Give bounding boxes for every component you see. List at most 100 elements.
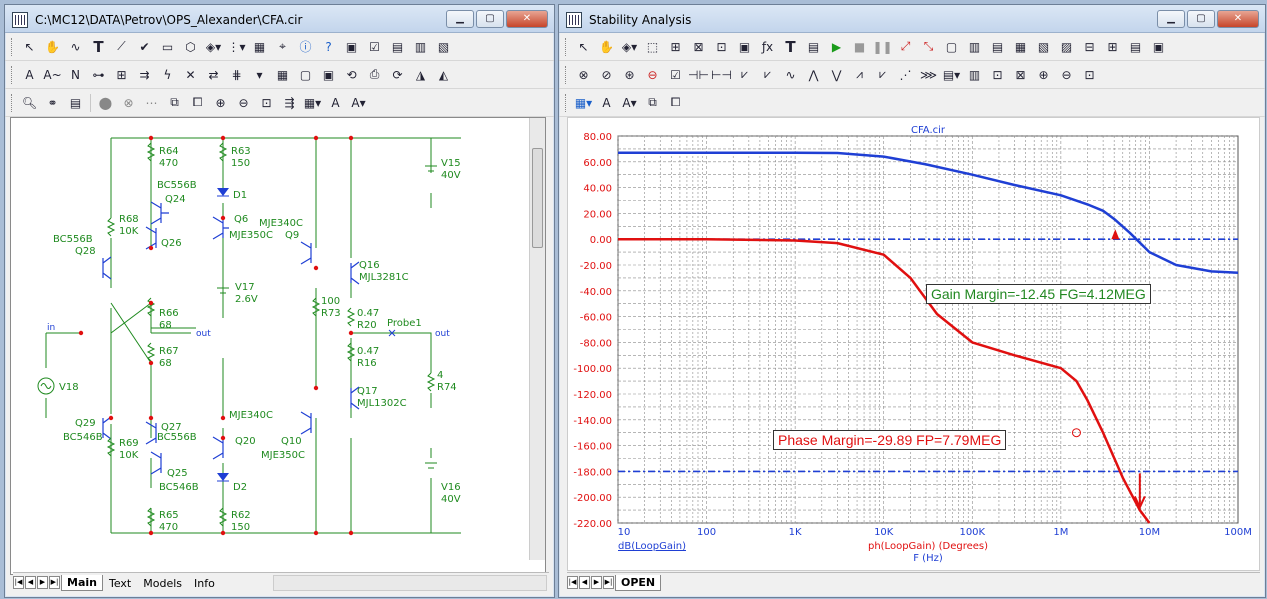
valley-icon[interactable]: ⊢⊣ — [711, 65, 732, 85]
vertical-tag-icon[interactable]: ⊡ — [987, 65, 1008, 85]
nav-last-icon[interactable]: ▶| — [49, 576, 60, 589]
page-icon[interactable]: ▨ — [1056, 37, 1077, 57]
stop-icon[interactable]: ⬤ — [95, 93, 116, 113]
font-color-icon[interactable]: A▾ — [348, 93, 369, 113]
find-icon[interactable]: 🔍︎ — [19, 93, 40, 113]
high-icon[interactable]: ⩗ — [734, 65, 755, 85]
horizontal-tag-icon[interactable]: ▥ — [964, 65, 985, 85]
top-icon[interactable]: ⩘ — [849, 65, 870, 85]
border-icon[interactable]: ▢ — [295, 65, 316, 85]
title-block-icon[interactable]: ▦ — [272, 65, 293, 85]
zoom-fit-icon[interactable]: ⊡ — [1079, 65, 1100, 85]
tab-open[interactable]: OPEN — [615, 574, 662, 591]
zoom-in-icon[interactable]: ⊕ — [1033, 65, 1054, 85]
state-variables-icon[interactable]: ▦ — [1010, 37, 1031, 57]
nav-next-icon[interactable]: ▶ — [591, 576, 602, 589]
select-arrow-icon[interactable]: ↖ — [573, 37, 594, 57]
point-tag-icon[interactable]: ▤▾ — [941, 65, 962, 85]
fit-all-icon[interactable]: ⊠ — [1010, 65, 1031, 85]
trace-remove-icon[interactable]: ⤡ — [918, 37, 939, 57]
page-icon[interactable]: ▧ — [433, 37, 454, 57]
tree-icon[interactable]: ⋮▾ — [226, 37, 247, 57]
export-icon[interactable]: ▣ — [1148, 37, 1169, 57]
scale-dropdown-icon[interactable]: ◈▾ — [619, 37, 640, 57]
properties-icon[interactable]: ▤ — [803, 37, 824, 57]
component-icon[interactable]: ▭ — [157, 37, 178, 57]
flip-icon[interactable]: ⟲ — [341, 65, 362, 85]
zoom-q-icon[interactable]: ⊛ — [619, 65, 640, 85]
pause-icon[interactable]: ❚❚ — [872, 37, 893, 57]
tab-main[interactable]: Main — [61, 574, 103, 591]
schematic-titlebar[interactable]: C:\MC12\DATA\Petrov\OPS_Alexander\CFA.ci… — [5, 5, 554, 33]
netlist-icon[interactable]: ▤ — [65, 93, 86, 113]
nav-last-icon[interactable]: ▶| — [603, 576, 614, 589]
bottom-icon[interactable]: ⩗ — [872, 65, 893, 85]
analysis-limits-icon[interactable]: ▤ — [987, 37, 1008, 57]
line-tool-icon[interactable]: ⟋ — [111, 37, 132, 57]
help-icon[interactable]: ? — [318, 37, 339, 57]
paste-icon[interactable]: ⧠ — [665, 93, 686, 113]
plot-area[interactable]: 80.00 60.00 40.00 20.00 0.00 -20.00 -40.00 -60.… — [567, 117, 1260, 571]
layout-grid-icon[interactable]: ▦▾ — [302, 93, 323, 113]
grid-text-icon[interactable]: ⊞ — [111, 65, 132, 85]
node-numbers-icon[interactable]: N — [65, 65, 86, 85]
nav-first-icon[interactable]: |◀ — [567, 576, 578, 589]
plot-settings-icon[interactable]: ▤ — [1125, 37, 1146, 57]
zoom-out-icon[interactable]: ⊖ — [233, 93, 254, 113]
font-icon[interactable]: A — [325, 93, 346, 113]
cross-icon[interactable]: ✕ — [180, 65, 201, 85]
zoom-in-icon[interactable]: ⊕ — [210, 93, 231, 113]
zoom-x-icon[interactable]: ⊗ — [573, 65, 594, 85]
slope-icon[interactable]: ⋰ — [895, 65, 916, 85]
trace-add-icon[interactable]: ⤢ — [895, 37, 916, 57]
nav-prev-icon[interactable]: ◀ — [579, 576, 590, 589]
nav-first-icon[interactable]: |◀ — [13, 576, 24, 589]
select-arrow-icon[interactable]: ↖ — [19, 37, 40, 57]
table-icon[interactable]: ▦ — [249, 37, 270, 57]
close-button[interactable]: ✕ — [1217, 10, 1259, 28]
stability-titlebar[interactable]: Stability Analysis ▁ ▢ ✕ — [559, 5, 1265, 33]
zoom-out-icon[interactable]: ⊖ — [1056, 65, 1077, 85]
run-icon[interactable]: ▶ — [826, 37, 847, 57]
inflection-icon[interactable]: ∿ — [780, 65, 801, 85]
dropdown-icon[interactable]: ▾ — [249, 65, 270, 85]
grid-edit-icon[interactable]: ▤ — [387, 37, 408, 57]
schematic-hscroll[interactable] — [273, 575, 547, 591]
attr-text-icon[interactable]: A — [19, 65, 40, 85]
text-tool-icon[interactable]: T — [88, 37, 109, 57]
minimize-button[interactable]: ▁ — [446, 10, 474, 28]
pin-connections-icon[interactable]: ⊶ — [88, 65, 109, 85]
pan-hand-icon[interactable]: ✋ — [596, 37, 617, 57]
cursor-mode-icon[interactable]: ⊟ — [1079, 37, 1100, 57]
copy-icon[interactable]: ⧉ — [642, 93, 663, 113]
scale-icon[interactable]: ⊞ — [665, 37, 686, 57]
tab-models[interactable]: Models — [137, 575, 188, 591]
power-icon[interactable]: ϟ — [157, 65, 178, 85]
info-icon[interactable]: ⓘ — [295, 37, 316, 57]
grid-icon[interactable]: ⋕ — [226, 65, 247, 85]
print-icon[interactable]: ⎙ — [364, 65, 385, 85]
copy-icon[interactable]: ⧉ — [164, 93, 185, 113]
limits-icon[interactable]: ▥ — [964, 37, 985, 57]
check-list-icon[interactable]: ☑ — [665, 65, 686, 85]
tab-info[interactable]: Info — [188, 575, 221, 591]
delete-icon[interactable]: ⊖ — [642, 65, 663, 85]
parameters-icon[interactable]: ▧ — [1033, 37, 1054, 57]
more-icon[interactable]: ⋯ — [141, 93, 162, 113]
fit-icon[interactable]: ⊡ — [256, 93, 277, 113]
color-palette-icon[interactable]: ▦▾ — [573, 93, 594, 113]
checkbox-icon[interactable]: ☑ — [364, 37, 385, 57]
tokens-icon[interactable]: ▣ — [734, 37, 755, 57]
maximize-button[interactable]: ▢ — [476, 10, 504, 28]
current-flow-icon[interactable]: ⇉ — [134, 65, 155, 85]
tag-icon[interactable]: ⋙ — [918, 65, 939, 85]
zoom-y-icon[interactable]: ⊘ — [596, 65, 617, 85]
minimize-button[interactable]: ▁ — [1157, 10, 1185, 28]
grid-toggle-icon[interactable]: ⊞ — [1102, 37, 1123, 57]
font-color-icon[interactable]: A▾ — [619, 93, 640, 113]
nav-next-icon[interactable]: ▶ — [37, 576, 48, 589]
check-icon[interactable]: ✔ — [134, 37, 155, 57]
nav-prev-icon[interactable]: ◀ — [25, 576, 36, 589]
low-icon[interactable]: ⩗ — [757, 65, 778, 85]
global-high-icon[interactable]: ⋀ — [803, 65, 824, 85]
